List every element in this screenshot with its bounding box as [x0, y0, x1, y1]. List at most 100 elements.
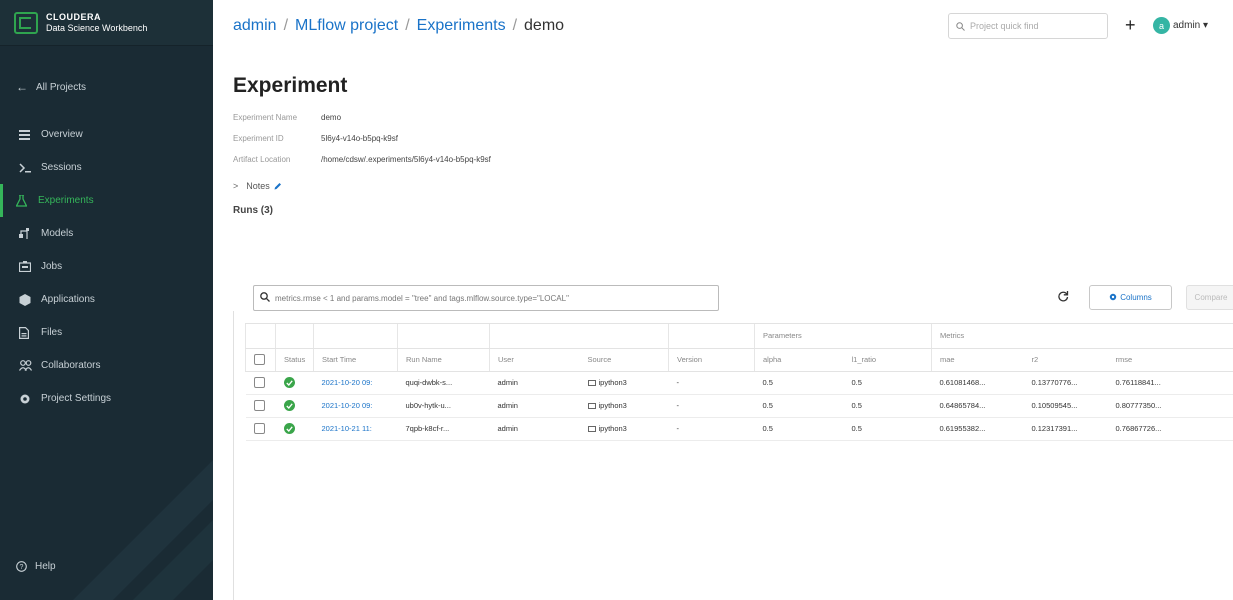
help-link[interactable]: ? Help — [16, 561, 56, 572]
breadcrumb-current: demo — [524, 17, 565, 34]
search-input[interactable] — [970, 21, 1090, 31]
table-column-header: Status Start Time Run Name User Source V… — [245, 348, 1233, 372]
column-header-user[interactable]: User — [489, 348, 580, 372]
table-row[interactable]: 2021-10-21 11: 7qpb-k8cf-r... admin ipyt… — [245, 417, 1233, 441]
search-filter[interactable] — [253, 285, 719, 311]
app-root: CLOUDERA Data Science Workbench ← All Pr… — [0, 0, 1233, 600]
header-cell — [579, 324, 669, 349]
cloudera-logo-icon — [14, 11, 38, 34]
l1-ratio-cell: 0.5 — [843, 417, 932, 441]
source-value: ipython3 — [598, 378, 627, 387]
row-checkbox[interactable] — [253, 400, 265, 411]
filter-input[interactable] — [275, 293, 715, 303]
user-menu[interactable]: a admin ▾ — [1153, 17, 1208, 34]
success-check-icon — [283, 423, 295, 434]
sidebar-item-collaborators[interactable]: Collaborators — [0, 349, 213, 382]
table-row[interactable]: 2021-10-20 09: quqi-dwbk-s... admin ipyt… — [245, 371, 1233, 395]
runs-table-grid: Parameters Metrics Status Start Time Run… — [245, 324, 1233, 441]
start-time-link[interactable]: 2021-10-20 09: — [313, 371, 398, 395]
column-header-start-time[interactable]: Start Time — [313, 348, 398, 372]
source-cell: ipython3 — [579, 394, 669, 418]
sidebar-item-experiments[interactable]: Experiments — [0, 184, 213, 217]
all-projects-link[interactable]: ← All Projects — [0, 76, 213, 98]
mae-cell: 0.64865784... — [931, 394, 1024, 418]
sidebar-item-label: Jobs — [41, 261, 63, 272]
breadcrumb: admin / MLflow project / Experiments / d… — [233, 17, 564, 35]
meta-label: Experiment ID — [233, 134, 284, 143]
sidebar-item-models[interactable]: Models — [0, 217, 213, 250]
runs-table: Parameters Metrics Status Start Time Run… — [245, 323, 1233, 441]
add-button[interactable]: + — [1125, 16, 1136, 34]
column-header-rmse[interactable]: rmse — [1107, 348, 1233, 372]
notes-label: Notes — [246, 181, 270, 191]
header-cell — [313, 324, 398, 349]
rmse-cell: 0.76118841... — [1107, 371, 1233, 395]
start-time-link[interactable]: 2021-10-20 09: — [313, 394, 398, 418]
compare-button[interactable]: Compare — [1186, 285, 1233, 310]
column-header-version[interactable]: Version — [668, 348, 755, 372]
sidebar-item-label: Project Settings — [41, 393, 112, 404]
column-header-status[interactable]: Status — [275, 348, 314, 372]
column-header-source[interactable]: Source — [579, 348, 669, 372]
breadcrumb-project[interactable]: MLflow project — [295, 17, 398, 35]
meta-label: Experiment Name — [233, 113, 298, 122]
main-content: admin / MLflow project / Experiments / d… — [213, 0, 1233, 600]
sidebar-nav: Overview Sessions Experiments Models Job… — [0, 118, 213, 415]
terminal-icon — [19, 162, 37, 173]
sidebar-item-overview[interactable]: Overview — [0, 118, 213, 151]
search-icon — [956, 21, 965, 31]
help-label: Help — [35, 561, 56, 572]
version-cell: - — [668, 394, 755, 418]
column-header-l1-ratio[interactable]: l1_ratio — [843, 348, 932, 372]
column-header-r2[interactable]: r2 — [1023, 348, 1108, 372]
runs-toolbar: Columns Compare — [253, 285, 1233, 311]
l1-ratio-cell: 0.5 — [843, 371, 932, 395]
notebook-icon — [587, 403, 596, 410]
columns-button[interactable]: Columns — [1089, 285, 1172, 310]
mae-cell: 0.61081468... — [931, 371, 1024, 395]
sidebar-item-project-settings[interactable]: Project Settings — [0, 382, 213, 415]
help-icon: ? — [16, 561, 27, 572]
select-all-checkbox[interactable] — [254, 354, 265, 365]
status-cell — [275, 394, 314, 418]
breadcrumb-experiments[interactable]: Experiments — [417, 17, 506, 35]
sidebar: CLOUDERA Data Science Workbench ← All Pr… — [0, 0, 213, 600]
sidebar-item-label: Overview — [41, 129, 83, 140]
meta-label: Artifact Location — [233, 155, 291, 164]
meta-row-artifact: Artifact Location /home/cdsw/.experiment… — [233, 152, 1233, 167]
project-quick-find[interactable] — [948, 13, 1108, 39]
sidebar-item-label: Sessions — [41, 162, 82, 173]
header-cell — [1107, 324, 1233, 349]
alpha-cell: 0.5 — [754, 371, 844, 395]
pencil-icon[interactable] — [274, 182, 282, 190]
collaborators-icon — [19, 360, 37, 371]
gear-icon — [1109, 293, 1117, 303]
status-cell — [275, 371, 314, 395]
user-cell: admin — [489, 371, 580, 395]
sidebar-item-label: Applications — [41, 294, 95, 305]
notes-toggle[interactable]: > Notes — [233, 181, 1233, 191]
column-header-mae[interactable]: mae — [931, 348, 1024, 372]
meta-row-id: Experiment ID 5l6y4-v14o-b5pq-k9sf — [233, 131, 1233, 146]
sidebar-item-sessions[interactable]: Sessions — [0, 151, 213, 184]
version-cell: - — [668, 417, 755, 441]
sidebar-item-files[interactable]: Files — [0, 316, 213, 349]
table-row[interactable]: 2021-10-20 09: ub0v-hytk-u... admin ipyt… — [245, 394, 1233, 418]
sidebar-item-applications[interactable]: Applications — [0, 283, 213, 316]
brand-header[interactable]: CLOUDERA Data Science Workbench — [0, 0, 213, 46]
all-projects-label: All Projects — [36, 81, 87, 93]
start-time-link[interactable]: 2021-10-21 11: — [313, 417, 398, 441]
row-checkbox[interactable] — [253, 377, 265, 388]
header-cell — [668, 324, 755, 349]
run-name-cell: ub0v-hytk-u... — [397, 394, 490, 418]
svg-text:?: ? — [20, 564, 24, 571]
sidebar-item-label: Models — [41, 228, 74, 239]
breadcrumb-user[interactable]: admin — [233, 17, 277, 35]
row-select-cell — [245, 417, 276, 441]
column-header-run-name[interactable]: Run Name — [397, 348, 490, 372]
row-checkbox[interactable] — [253, 423, 265, 434]
sidebar-item-jobs[interactable]: Jobs — [0, 250, 213, 283]
column-header-alpha[interactable]: alpha — [754, 348, 844, 372]
refresh-icon[interactable] — [1057, 290, 1069, 302]
select-all-cell — [245, 348, 276, 372]
